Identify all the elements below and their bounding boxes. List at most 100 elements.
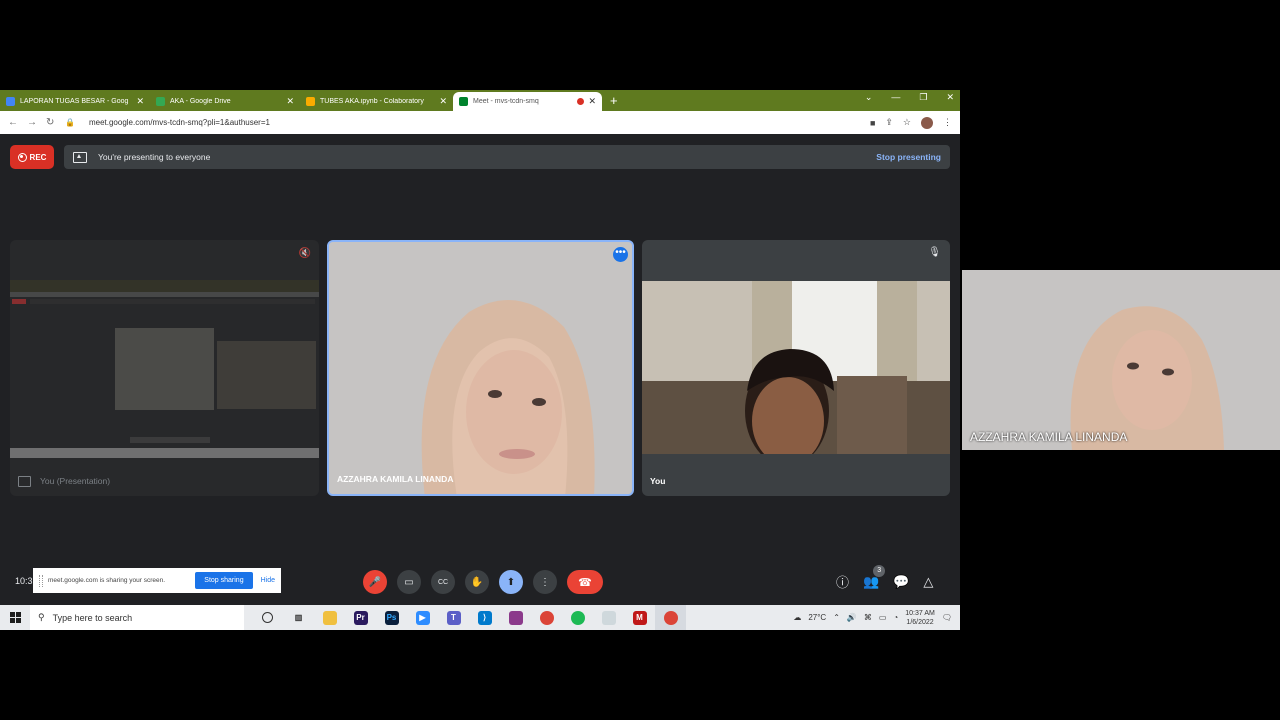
tile-name: AZZAHRA KAMILA LINANDA <box>337 474 454 484</box>
forward-icon[interactable]: → <box>27 117 46 128</box>
lock-icon[interactable]: 🔒 <box>65 118 75 127</box>
presenting-banner: You're presenting to everyone Stop prese… <box>64 145 950 169</box>
star-icon[interactable]: ☆ <box>903 117 911 128</box>
network-icon[interactable]: ⌘ <box>864 613 872 622</box>
date: 1/6/2022 <box>906 618 934 626</box>
start-button[interactable] <box>0 612 30 623</box>
chevron-up-icon[interactable]: ⌃ <box>833 613 840 622</box>
stop-sharing-button[interactable]: Stop sharing <box>195 572 253 589</box>
notepad-icon[interactable] <box>593 605 624 630</box>
cortana-icon[interactable] <box>252 605 283 630</box>
zoom-icon[interactable]: ▶ <box>407 605 438 630</box>
more-options-button[interactable]: ⋮ <box>533 570 557 594</box>
back-icon[interactable]: ← <box>8 117 27 128</box>
temperature[interactable]: 27°C <box>808 613 826 622</box>
more-options-icon[interactable]: ••• <box>613 247 628 262</box>
premiere-icon[interactable]: Pr <box>345 605 376 630</box>
share-icon[interactable]: ⇪ <box>885 117 893 128</box>
present-screen-icon <box>18 476 31 487</box>
rec-label: REC <box>29 152 47 162</box>
search-placeholder: Type here to search <box>52 612 133 623</box>
menu-icon[interactable]: ⋮ <box>943 117 952 128</box>
meeting-side-controls: ⓘ 👥 3 💬 △ <box>836 564 933 591</box>
hide-button[interactable]: Hide <box>261 577 275 584</box>
task-view-icon[interactable]: ▥ <box>283 605 314 630</box>
leave-call-button[interactable]: ☎ <box>567 570 603 594</box>
taskbar-clock[interactable]: 10:37 AM 1/6/2022 <box>905 609 935 627</box>
tab-title: Meet - mvs-tcdn-smq <box>473 98 539 105</box>
activities-icon[interactable]: △ <box>923 574 933 590</box>
winrar-icon[interactable] <box>500 605 531 630</box>
participant-video <box>329 242 632 494</box>
participant-video <box>642 281 950 454</box>
people-icon[interactable]: 👥 3 <box>863 564 886 590</box>
teams-icon[interactable]: T <box>438 605 469 630</box>
tab-colab[interactable]: TUBES AKA.ipynb - Colaboratory ✕ <box>300 92 453 111</box>
share-notice-message: meet.google.com is sharing your screen. <box>48 577 166 584</box>
photoshop-icon[interactable]: Ps <box>376 605 407 630</box>
present-button[interactable]: ⬆ <box>499 570 523 594</box>
chat-icon[interactable]: 💬 <box>893 574 909 590</box>
notifications-icon[interactable]: 🗨 <box>942 613 952 622</box>
stop-presenting-button[interactable]: Stop presenting <box>876 152 941 162</box>
mcafee-icon[interactable]: M <box>624 605 655 630</box>
participant-tile-azzahra[interactable]: ••• AZZAHRA KAMILA LINANDA <box>327 240 634 496</box>
docs-icon <box>6 97 15 106</box>
camera-toggle-button[interactable]: ▭ <box>397 570 421 594</box>
close-icon[interactable]: ✕ <box>136 96 144 107</box>
volume-off-icon: 🔇 <box>298 248 311 259</box>
mic-toggle-button[interactable]: 🎤 <box>363 570 387 594</box>
window-controls: ⌄ — ❐ ✕ <box>865 92 954 103</box>
wifi-icon[interactable]: ◔ <box>893 613 898 622</box>
chevron-down-icon[interactable]: ⌄ <box>865 92 873 103</box>
taskbar-search-input[interactable]: ⚲ Type here to search <box>30 605 244 630</box>
tab-title: AKA - Google Drive <box>170 98 231 105</box>
raise-hand-button[interactable]: ✋ <box>465 570 489 594</box>
taskbar-apps: ▥ Pr Ps ▶ T ⟩ M <box>252 605 686 630</box>
selfview-thumbnail: AZZAHRA KAMILA LINANDA <box>962 270 1280 450</box>
url-field[interactable]: meet.google.com/mvs-tcdn-smq?pli=1&authu… <box>89 118 870 127</box>
spotify-icon[interactable] <box>562 605 593 630</box>
avatar[interactable] <box>921 116 933 129</box>
colab-icon <box>306 97 315 106</box>
recording-dot-icon <box>577 98 585 105</box>
mic-off-icon: 🎙 <box>928 247 941 258</box>
weather-icon[interactable]: ☁ <box>793 613 801 622</box>
drag-handle-icon[interactable] <box>39 574 43 587</box>
selfview-video <box>962 270 1280 450</box>
chrome-icon[interactable] <box>655 605 686 630</box>
recording-badge: REC <box>10 145 54 169</box>
presentation-thumbnail <box>10 280 319 460</box>
close-icon[interactable]: ✕ <box>588 96 596 107</box>
minimize-icon[interactable]: — <box>891 92 900 103</box>
tab-title: TUBES AKA.ipynb - Colaboratory <box>320 98 424 105</box>
vscode-icon[interactable]: ⟩ <box>469 605 500 630</box>
close-window-icon[interactable]: ✕ <box>946 92 954 103</box>
captions-button[interactable]: CC <box>431 570 455 594</box>
browser-tab-bar: LAPORAN TUGAS BESAR - Goog ✕ AKA - Googl… <box>0 90 960 111</box>
participant-tile-you[interactable]: 🎙 You <box>642 240 950 496</box>
info-icon[interactable]: ⓘ <box>836 572 849 591</box>
close-icon[interactable]: ✕ <box>286 96 294 107</box>
tab-title: LAPORAN TUGAS BESAR - Goog <box>20 98 129 105</box>
restore-icon[interactable]: ❐ <box>919 92 927 103</box>
chrome-icon[interactable] <box>531 605 562 630</box>
time: 10:37 AM <box>905 609 935 617</box>
people-count-badge: 3 <box>873 564 886 577</box>
new-tab-button[interactable]: + <box>610 94 618 108</box>
battery-icon[interactable]: ▭ <box>879 613 887 622</box>
system-tray: ☁ 27°C ⌃ 🔊 ⌘ ▭ ◔ 10:37 AM 1/6/2022 🗨 <box>793 609 960 627</box>
presentation-tile[interactable]: 🔇 You (Presentation) <box>10 240 319 496</box>
tab-laporan[interactable]: LAPORAN TUGAS BESAR - Goog ✕ <box>0 92 150 111</box>
drive-icon <box>156 97 165 106</box>
tab-meet[interactable]: Meet - mvs-tcdn-smq ✕ <box>453 92 602 111</box>
close-icon[interactable]: ✕ <box>439 96 447 107</box>
file-explorer-icon[interactable] <box>314 605 345 630</box>
camera-indicator-icon[interactable]: ■ <box>870 118 875 128</box>
tile-name: You (Presentation) <box>40 476 111 486</box>
meeting-clock: 10:3 <box>15 576 33 586</box>
volume-icon[interactable]: 🔊 <box>847 613 857 622</box>
tab-drive[interactable]: AKA - Google Drive ✕ <box>150 92 300 111</box>
windows-taskbar: ⚲ Type here to search ▥ Pr Ps ▶ T ⟩ M ☁ … <box>0 605 960 630</box>
reload-icon[interactable]: ↻ <box>46 117 65 128</box>
